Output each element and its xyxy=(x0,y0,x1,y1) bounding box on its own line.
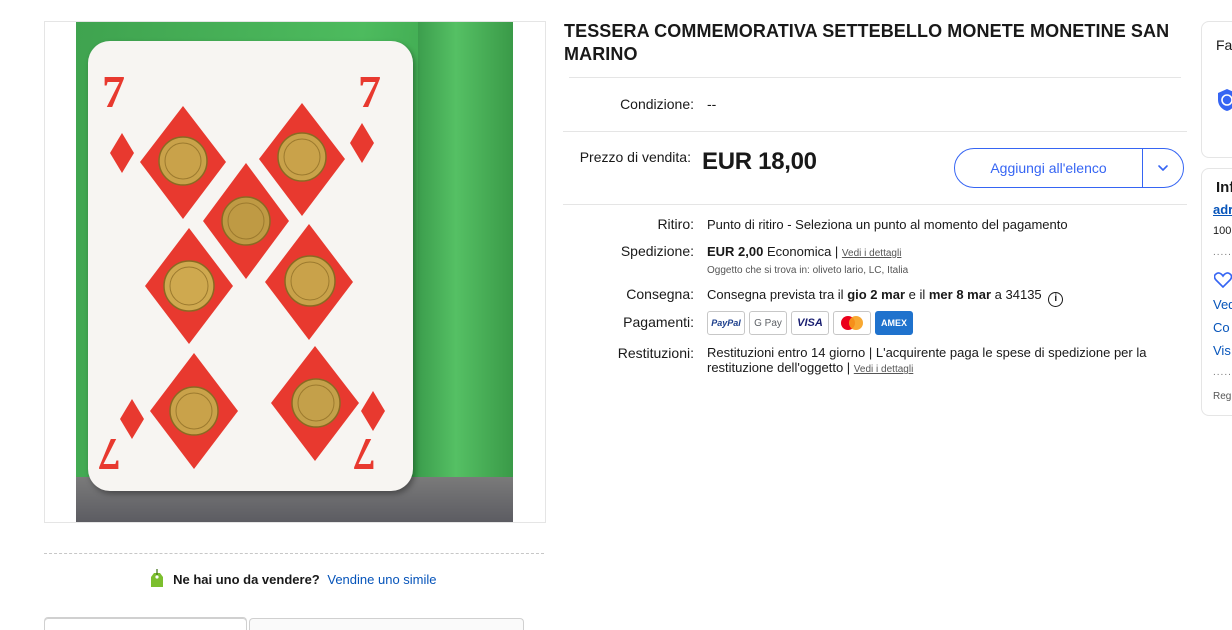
price-label: Prezzo di vendita: xyxy=(579,149,691,165)
rank-bottom-right: 7 xyxy=(353,429,376,480)
tab-shipping[interactable] xyxy=(249,618,524,630)
corner-diamond xyxy=(361,391,385,431)
returns-value: Restituzioni entro 14 giorno | L'acquire… xyxy=(707,345,1147,375)
side-footer: Reg xyxy=(1213,391,1232,402)
side-card-title: Fa xyxy=(1216,37,1232,53)
google-pay-icon: G Pay xyxy=(749,311,787,335)
delivery-value: Consegna prevista tra il gio 2 mar e il … xyxy=(707,287,1064,307)
shipping-label: Spedizione: xyxy=(620,243,694,259)
album-spine xyxy=(418,22,513,482)
pickup-label: Ritiro: xyxy=(657,216,694,232)
main-image-frame[interactable]: 7 7 7 7 xyxy=(44,21,546,523)
coin xyxy=(163,260,215,312)
seller-feedback: 100 xyxy=(1213,225,1232,237)
side-link-2[interactable]: Co xyxy=(1213,320,1230,335)
corner-diamond xyxy=(110,133,134,173)
info-icon[interactable]: i xyxy=(1048,292,1064,307)
seller-name-link[interactable]: adr xyxy=(1213,202,1232,217)
payments-label: Pagamenti: xyxy=(623,314,694,330)
coin xyxy=(277,132,327,182)
item-location: Oggetto che si trova in: oliveto lario, … xyxy=(707,265,909,276)
returns-details-link[interactable]: Vedi i dettagli xyxy=(854,364,914,375)
playing-card: 7 7 7 7 xyxy=(88,41,413,491)
sell-similar-link[interactable]: Vendine uno simile xyxy=(327,572,436,587)
item-title: TESSERA COMMEMORATIVA SETTEBELLO MONETE … xyxy=(564,21,1170,64)
condition-value: -- xyxy=(707,96,717,112)
divider xyxy=(569,77,1181,78)
rank-top-left: 7 xyxy=(102,66,125,117)
delivery-zip: a 34135 xyxy=(994,287,1042,302)
add-to-list-label[interactable]: Aggiungi all'elenco xyxy=(955,149,1142,187)
divider xyxy=(563,204,1187,205)
image-divider xyxy=(44,553,544,554)
coin xyxy=(221,196,271,246)
shipping-details-link[interactable]: Vedi i dettagli xyxy=(842,248,902,259)
card-artwork: 7 7 7 7 xyxy=(98,66,385,480)
corner-diamond xyxy=(350,123,374,163)
delivery-label: Consegna: xyxy=(626,286,694,302)
chevron-down-icon xyxy=(1157,159,1169,177)
amex-icon: AMEX xyxy=(875,311,913,335)
shipping-type: Economica | xyxy=(767,244,839,259)
corner-diamond xyxy=(120,399,144,439)
shipping-price: EUR 2,00 xyxy=(707,244,764,259)
item-price: EUR 18,00 xyxy=(702,148,817,175)
divider xyxy=(563,131,1187,132)
rank-bottom-left: 7 xyxy=(98,429,121,480)
side-link-3[interactable]: Vis xyxy=(1213,343,1231,358)
payment-methods: PayPal G Pay VISA AMEX xyxy=(707,311,913,335)
coin xyxy=(158,136,208,186)
coin xyxy=(291,378,341,428)
add-to-list-button[interactable]: Aggiungi all'elenco xyxy=(954,148,1184,188)
paypal-icon: PayPal xyxy=(707,311,745,335)
sell-similar-bar: Ne hai uno da vendere? Vendine uno simil… xyxy=(44,569,544,590)
visa-icon: VISA xyxy=(791,311,829,335)
tab-description[interactable] xyxy=(44,618,247,630)
returns-label: Restituzioni: xyxy=(617,345,694,361)
delivery-from: gio 2 mar xyxy=(847,287,905,302)
coin xyxy=(284,255,336,307)
condition-label: Condizione: xyxy=(620,96,694,112)
coin xyxy=(169,386,219,436)
price-tag-icon xyxy=(151,569,164,590)
shipping-value: EUR 2,00 Economica | Vedi i dettagli xyxy=(707,244,901,259)
heart-icon[interactable] xyxy=(1213,272,1232,293)
rank-top-right: 7 xyxy=(358,66,381,117)
side-link-1[interactable]: Ved xyxy=(1213,297,1232,312)
sell-question: Ne hai uno da vendere? xyxy=(173,572,320,587)
add-to-list-dropdown[interactable] xyxy=(1143,149,1183,187)
mastercard-icon xyxy=(833,311,871,335)
shield-icon xyxy=(1217,88,1232,117)
pickup-value: Punto di ritiro - Seleziona un punto al … xyxy=(707,217,1068,232)
delivery-to: mer 8 mar xyxy=(928,287,992,302)
product-photo[interactable]: 7 7 7 7 xyxy=(76,22,513,522)
seller-info-title: Inf xyxy=(1216,179,1232,196)
